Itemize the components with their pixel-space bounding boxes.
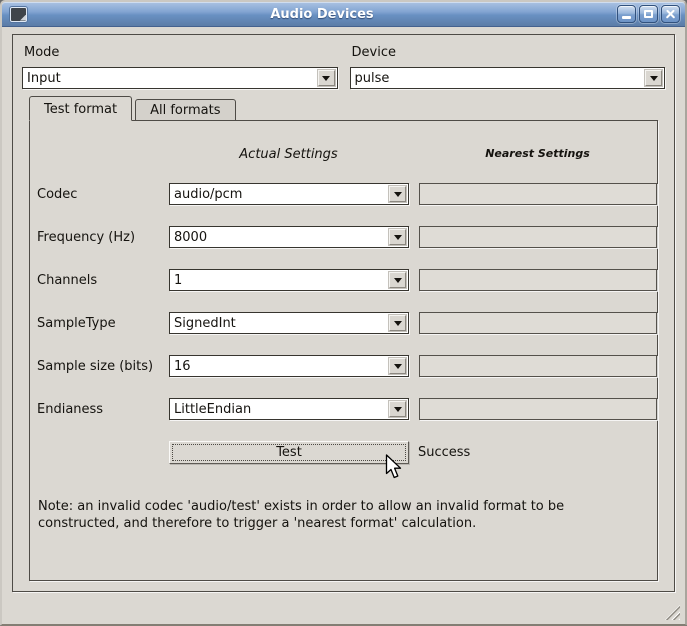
samplesize-label: Sample size (bits)	[37, 359, 169, 374]
window-title: Audio Devices	[27, 7, 617, 22]
chevron-down-icon	[394, 364, 402, 369]
window-menu-icon[interactable]	[10, 7, 27, 22]
tab-test-format[interactable]: Test format	[29, 96, 132, 121]
chevron-down-icon	[394, 321, 402, 326]
window-content: Mode Input Device pulse Test format Al	[2, 27, 685, 624]
mode-label: Mode	[24, 45, 338, 60]
test-button[interactable]: Test	[169, 441, 409, 464]
titlebar[interactable]: Audio Devices	[2, 2, 685, 27]
samplesize-selected-value: 16	[174, 359, 387, 374]
frequency-dropdown-button[interactable]	[389, 229, 406, 245]
settings-headers: Actual Settings Nearest Settings	[30, 147, 657, 162]
samplesize-select[interactable]: 16	[169, 355, 409, 377]
channels-label: Channels	[37, 273, 169, 288]
maximize-icon	[644, 10, 653, 18]
row-sampletype: SampleType SignedInt	[37, 312, 657, 334]
central-frame: Mode Input Device pulse Test format Al	[12, 34, 675, 592]
test-row: Test Success	[37, 441, 657, 464]
codec-select[interactable]: audio/pcm	[169, 183, 409, 205]
row-endianess: Endianess LittleEndian	[37, 398, 657, 420]
status-bar	[2, 592, 685, 624]
row-channels: Channels 1	[37, 269, 657, 291]
status-text: Success	[418, 445, 470, 460]
mode-dropdown-button[interactable]	[318, 70, 335, 86]
channels-nearest-field	[419, 269, 657, 291]
sampletype-nearest-field	[419, 312, 657, 334]
frequency-nearest-field	[419, 226, 657, 248]
sampletype-select[interactable]: SignedInt	[169, 312, 409, 334]
chevron-down-icon	[394, 407, 402, 412]
endianess-dropdown-button[interactable]	[389, 401, 406, 417]
device-select[interactable]: pulse	[350, 67, 666, 89]
frequency-label: Frequency (Hz)	[37, 230, 169, 245]
tab-bar: Test format All formats	[29, 96, 665, 121]
actual-settings-header: Actual Settings	[169, 147, 408, 162]
tab-all-formats[interactable]: All formats	[135, 99, 235, 121]
device-selected-value: pulse	[355, 71, 644, 86]
chevron-down-icon	[322, 76, 330, 81]
endianess-nearest-field	[419, 398, 657, 420]
endianess-label: Endianess	[37, 402, 169, 417]
endianess-selected-value: LittleEndian	[174, 402, 387, 417]
mode-selected-value: Input	[27, 71, 316, 86]
codec-nearest-field	[419, 183, 657, 205]
channels-select[interactable]: 1	[169, 269, 409, 291]
chevron-down-icon	[394, 278, 402, 283]
window-controls	[617, 5, 680, 23]
device-field: Device pulse	[350, 43, 666, 89]
chevron-down-icon	[394, 235, 402, 240]
resize-grip-icon[interactable]	[665, 605, 680, 620]
chevron-down-icon	[650, 76, 658, 81]
audio-devices-window: Audio Devices Mode Input Device	[0, 0, 687, 626]
sampletype-dropdown-button[interactable]	[389, 315, 406, 331]
codec-label: Codec	[37, 187, 169, 202]
channels-dropdown-button[interactable]	[389, 272, 406, 288]
nearest-settings-header: Nearest Settings	[418, 147, 657, 162]
mode-select[interactable]: Input	[22, 67, 338, 89]
mode-device-row: Mode Input Device pulse	[22, 43, 665, 89]
samplesize-nearest-field	[419, 355, 657, 377]
frequency-select[interactable]: 8000	[169, 226, 409, 248]
maximize-button[interactable]	[639, 5, 658, 23]
channels-selected-value: 1	[174, 273, 387, 288]
codec-selected-value: audio/pcm	[174, 187, 387, 202]
mode-field: Mode Input	[22, 43, 338, 89]
samplesize-dropdown-button[interactable]	[389, 358, 406, 374]
note-text: Note: an invalid codec 'audio/test' exis…	[38, 498, 647, 532]
minimize-icon	[622, 16, 631, 19]
device-label: Device	[352, 45, 666, 60]
test-format-panel: Actual Settings Nearest Settings Codec a…	[29, 120, 658, 581]
sampletype-selected-value: SignedInt	[174, 316, 387, 331]
frequency-selected-value: 8000	[174, 230, 387, 245]
row-frequency: Frequency (Hz) 8000	[37, 226, 657, 248]
codec-dropdown-button[interactable]	[389, 186, 406, 202]
device-dropdown-button[interactable]	[645, 70, 662, 86]
chevron-down-icon	[394, 192, 402, 197]
close-icon	[665, 9, 676, 20]
close-button[interactable]	[661, 5, 680, 23]
sampletype-label: SampleType	[37, 316, 169, 331]
minimize-button[interactable]	[617, 5, 636, 23]
row-samplesize: Sample size (bits) 16	[37, 355, 657, 377]
endianess-select[interactable]: LittleEndian	[169, 398, 409, 420]
row-codec: Codec audio/pcm	[37, 183, 657, 205]
